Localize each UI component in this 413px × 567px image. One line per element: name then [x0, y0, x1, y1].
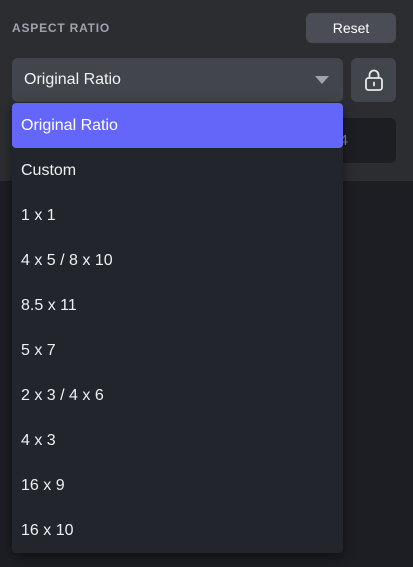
- caret-down-icon: [315, 76, 329, 84]
- dropdown-option[interactable]: 5 x 7: [12, 328, 343, 373]
- section-label: ASPECT RATIO: [12, 21, 111, 35]
- select-value: Original Ratio: [24, 71, 121, 88]
- reset-button[interactable]: Reset: [306, 13, 396, 43]
- dropdown-option[interactable]: Custom: [12, 148, 343, 193]
- aspect-ratio-dropdown-menu: Original Ratio Custom 1 x 14 x 5 / 8 x 10 8…: [12, 103, 343, 553]
- dropdown-option[interactable]: 2 x 3 / 4 x 6: [12, 373, 343, 418]
- dropdown-option[interactable]: 4 x 3: [12, 418, 343, 463]
- lock-icon: [364, 69, 383, 91]
- aspect-ratio-select[interactable]: Original Ratio: [12, 58, 343, 102]
- dropdown-option[interactable]: 4 x 5 / 8 x 10: [12, 238, 343, 283]
- dropdown-option[interactable]: 16 x 9: [12, 463, 343, 508]
- dropdown-option[interactable]: 8.5 x 11: [12, 283, 343, 328]
- dropdown-option[interactable]: 1 x 1: [12, 193, 343, 238]
- lock-ratio-button[interactable]: [351, 58, 396, 102]
- dropdown-option[interactable]: 16 x 10: [12, 508, 343, 553]
- dropdown-option[interactable]: Original Ratio: [12, 103, 343, 148]
